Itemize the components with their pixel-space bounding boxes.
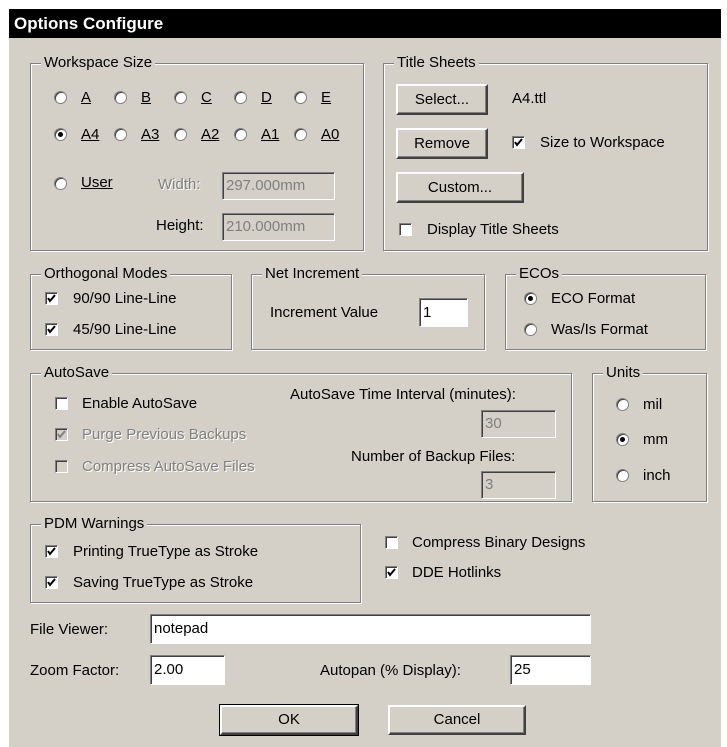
- file-viewer-field[interactable]: notepad: [150, 614, 591, 644]
- autosave-interval-label: AutoSave Time Interval (minutes):: [290, 386, 516, 403]
- ortho-45-90-checkbox[interactable]: [45, 323, 58, 336]
- compress-autosave-checkbox[interactable]: [55, 460, 68, 473]
- size-user-radio[interactable]: [54, 177, 67, 190]
- printing-truetype-checkbox[interactable]: [45, 545, 58, 558]
- dde-hotlinks-label: DDE Hotlinks: [412, 564, 502, 581]
- units-legend: Units: [603, 363, 644, 383]
- backup-files-label: Number of Backup Files:: [351, 448, 516, 465]
- autopan-field[interactable]: 25: [510, 655, 591, 685]
- unit-mm-radio[interactable]: [616, 433, 629, 446]
- increment-value-label: Increment Value: [270, 304, 379, 321]
- eco-format-radio[interactable]: [524, 292, 537, 305]
- size-a4-label: A4: [81, 126, 100, 143]
- ortho-90-90-checkbox[interactable]: [45, 292, 58, 305]
- radio-selected-dot: [528, 296, 533, 301]
- size-b-radio[interactable]: [114, 91, 127, 104]
- check-mark-icon: [514, 138, 523, 147]
- check-mark-icon: [47, 325, 56, 334]
- purge-backups-checkbox[interactable]: [55, 428, 68, 441]
- enable-autosave-label: Enable AutoSave: [82, 395, 198, 412]
- size-a3-radio[interactable]: [114, 128, 127, 141]
- size-d-label: D: [261, 89, 272, 106]
- size-a-radio[interactable]: [54, 91, 67, 104]
- width-field[interactable]: 297.000mm: [222, 172, 335, 200]
- size-b-label: B: [141, 89, 152, 106]
- net-increment-legend: Net Increment: [262, 264, 363, 284]
- size-a-label: A: [81, 89, 92, 106]
- zoom-factor-label: Zoom Factor:: [30, 662, 120, 679]
- check-mark-icon: [47, 547, 56, 556]
- unit-inch-label: inch: [643, 467, 671, 484]
- cancel-button[interactable]: Cancel: [388, 705, 526, 735]
- display-title-sheets-checkbox[interactable]: [399, 223, 412, 236]
- compress-autosave-label: Compress AutoSave Files: [82, 458, 255, 475]
- title-sheets-legend: Title Sheets: [394, 53, 479, 73]
- orthogonal-modes-legend: Orthogonal Modes: [41, 264, 171, 284]
- check-mark-icon: [47, 294, 56, 303]
- autosave-legend: AutoSave: [41, 363, 113, 383]
- zoom-factor-field[interactable]: 2.00: [150, 655, 225, 685]
- radio-selected-dot: [620, 437, 625, 442]
- display-title-sheets-label: Display Title Sheets: [427, 221, 559, 238]
- size-to-workspace-label: Size to Workspace: [540, 134, 665, 151]
- ecos-legend: ECOs: [516, 264, 563, 284]
- ok-button[interactable]: OK: [219, 704, 359, 736]
- select-title-sheet-button[interactable]: Select...: [396, 84, 488, 115]
- check-mark-icon: [47, 578, 56, 587]
- width-label: Width:: [158, 176, 201, 193]
- check-mark-icon: [387, 568, 396, 577]
- unit-mil-label: mil: [643, 396, 663, 413]
- workspace-size-legend: Workspace Size: [41, 53, 156, 73]
- saving-truetype-label: Saving TrueType as Stroke: [73, 574, 254, 591]
- height-field[interactable]: 210.000mm: [222, 213, 335, 241]
- was-is-format-radio[interactable]: [524, 323, 537, 336]
- unit-mil-radio[interactable]: [616, 398, 629, 411]
- printing-truetype-label: Printing TrueType as Stroke: [73, 543, 259, 560]
- size-a0-radio[interactable]: [294, 128, 307, 141]
- ortho-90-90-label: 90/90 Line-Line: [73, 290, 177, 307]
- height-label: Height:: [156, 217, 204, 234]
- radio-selected-dot: [58, 132, 63, 137]
- unit-inch-radio[interactable]: [616, 469, 629, 482]
- file-viewer-label: File Viewer:: [30, 621, 109, 638]
- current-title-sheet-file: A4.ttl: [512, 90, 547, 107]
- size-a2-radio[interactable]: [174, 128, 187, 141]
- pdm-warnings-legend: PDM Warnings: [41, 514, 148, 534]
- size-d-radio[interactable]: [234, 91, 247, 104]
- compress-binary-checkbox[interactable]: [385, 536, 398, 549]
- compress-binary-label: Compress Binary Designs: [412, 534, 586, 551]
- size-c-radio[interactable]: [174, 91, 187, 104]
- unit-mm-label: mm: [643, 431, 668, 448]
- size-a1-label: A1: [261, 126, 280, 143]
- check-mark-icon: [57, 430, 66, 439]
- purge-backups-label: Purge Previous Backups: [82, 426, 247, 443]
- size-e-radio[interactable]: [294, 91, 307, 104]
- size-a2-label: A2: [201, 126, 220, 143]
- size-a3-label: A3: [141, 126, 160, 143]
- size-c-label: C: [201, 89, 212, 106]
- saving-truetype-checkbox[interactable]: [45, 576, 58, 589]
- title-bar: Options Configure: [9, 9, 721, 38]
- backup-files-field[interactable]: 3: [481, 471, 556, 499]
- autopan-label: Autopan (% Display):: [320, 662, 461, 679]
- size-to-workspace-checkbox[interactable]: [512, 136, 525, 149]
- custom-title-sheet-button[interactable]: Custom...: [396, 172, 524, 203]
- size-user-label: User: [81, 174, 113, 191]
- was-is-format-label: Was/Is Format: [551, 321, 648, 338]
- eco-format-label: ECO Format: [551, 290, 636, 307]
- enable-autosave-checkbox[interactable]: [55, 397, 68, 410]
- size-a1-radio[interactable]: [234, 128, 247, 141]
- dde-hotlinks-checkbox[interactable]: [385, 566, 398, 579]
- window-title: Options Configure: [14, 14, 164, 33]
- remove-title-sheet-button[interactable]: Remove: [396, 128, 488, 159]
- ortho-45-90-label: 45/90 Line-Line: [73, 321, 177, 338]
- size-a0-label: A0: [321, 126, 340, 143]
- increment-value-field[interactable]: 1: [419, 298, 468, 327]
- size-e-label: E: [321, 89, 332, 106]
- size-a4-radio[interactable]: [54, 128, 67, 141]
- autosave-interval-field[interactable]: 30: [481, 410, 556, 438]
